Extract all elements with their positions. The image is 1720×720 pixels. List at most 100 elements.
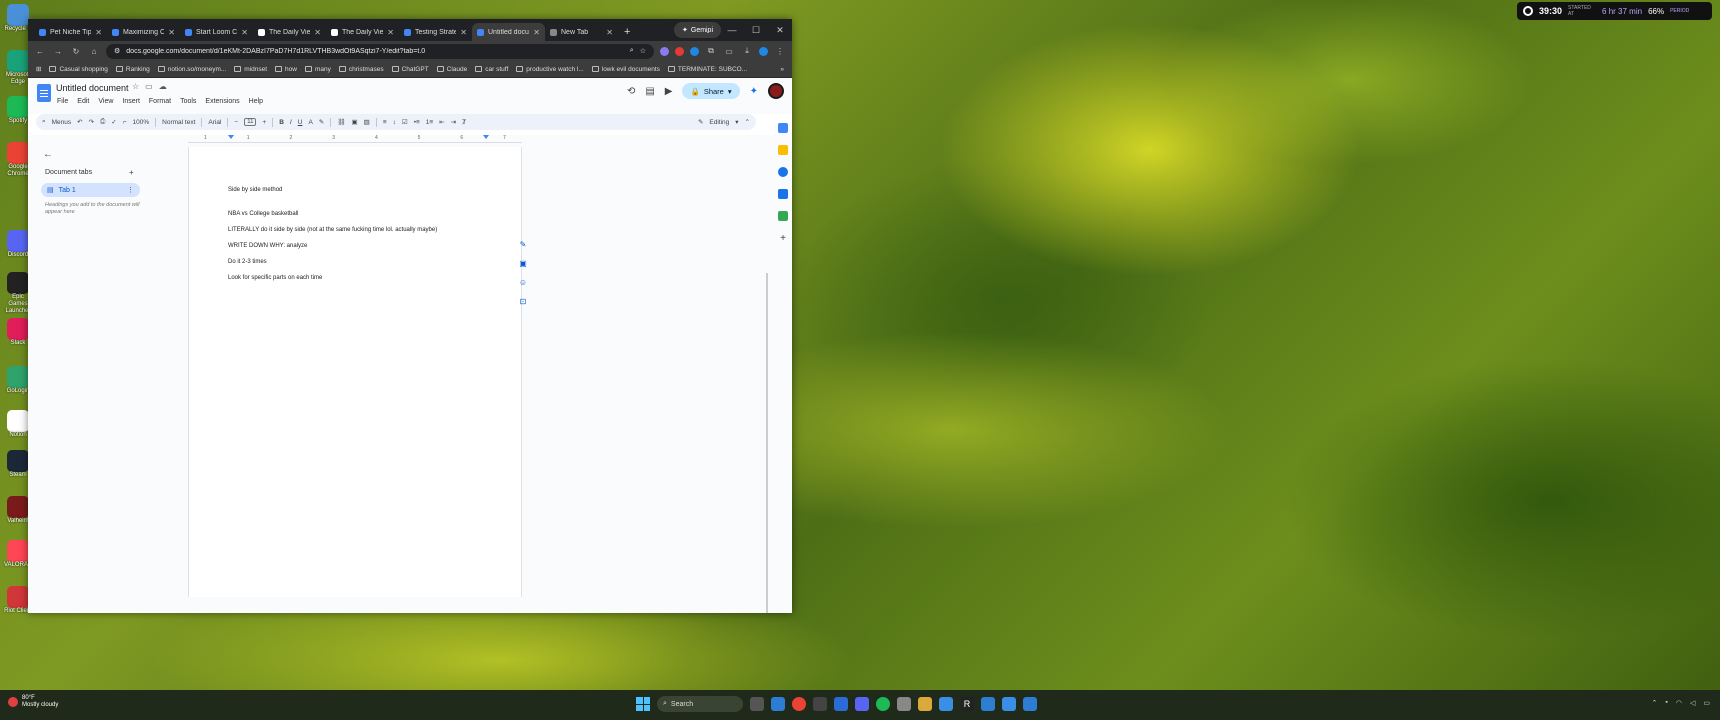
close-window-button[interactable]: ✕ [768,19,792,41]
close-tab-icon[interactable]: ✕ [314,28,321,37]
font-select[interactable]: Arial [208,119,221,126]
zoom-select[interactable]: 100% [133,119,150,126]
share-button[interactable]: 🔒 Share ▾ [682,83,740,99]
weather-widget[interactable]: 80°F Mostly cloudy [8,695,58,709]
history-icon[interactable]: ⟲ [627,86,635,97]
menu-edit[interactable]: Edit [77,98,89,105]
increase-size-icon[interactable]: + [262,119,266,126]
spotify-app-icon[interactable] [876,697,890,711]
battery-icon[interactable]: ▭ [1703,699,1710,707]
add-tab-button[interactable]: + [129,168,134,177]
bookmark-item[interactable]: Casual shopping [49,66,108,73]
editing-mode-select[interactable]: Editing [709,119,729,126]
close-tab-icon[interactable]: ✕ [241,28,248,37]
text-color-icon[interactable]: A [308,119,312,126]
extension-icon[interactable] [675,46,684,56]
add-addon-icon[interactable]: + [778,233,788,244]
redo-icon[interactable]: ↷ [89,118,94,126]
app-icon[interactable] [1023,697,1037,711]
line-spacing-icon[interactable]: ↕ [393,119,396,126]
taskbar-search[interactable]: ⌕ Search [657,696,743,712]
close-tab-icon[interactable]: ✕ [168,28,175,37]
close-tab-icon[interactable]: ✕ [387,28,394,37]
chrome-app-icon[interactable] [771,697,785,711]
style-select[interactable]: Normal text [162,119,195,126]
bullet-list-icon[interactable]: •≡ [414,119,420,126]
browser-tab[interactable]: Untitled docu ✕ [472,23,545,41]
right-margin-marker[interactable] [483,135,489,139]
browser-tab[interactable]: Pet Niche Tips ✕ [34,23,107,41]
cast-icon[interactable]: ▭ [723,45,735,57]
close-tab-icon[interactable]: ✕ [95,28,102,37]
tab-1-item[interactable]: ▤ Tab 1 ⋮ [41,183,140,197]
menu-insert[interactable]: Insert [122,98,140,105]
cloud-status-icon[interactable]: ☁ [159,82,167,91]
bookmark-item[interactable]: lowk evil documents [591,66,660,73]
move-folder-icon[interactable]: ▭ [145,82,153,91]
extension-icon[interactable] [660,46,669,56]
menu-help[interactable]: Help [249,98,263,105]
highlight-icon[interactable]: ✎ [319,118,324,126]
browser-tab[interactable]: Start Loom Cr ✕ [180,23,253,41]
paint-format-icon[interactable]: ⌐ [123,119,127,126]
link-icon[interactable]: ⛓ [337,118,345,126]
browser-tab[interactable]: The Daily Vie ✕ [253,23,326,41]
align-icon[interactable]: ≡ [383,119,387,126]
meet-icon[interactable]: ▶ [665,86,673,97]
underline-icon[interactable]: U [298,119,303,126]
search-icon[interactable]: ⌕ [42,118,46,126]
app-icon[interactable]: R [960,697,974,711]
more-bookmarks-icon[interactable]: » [780,66,784,73]
add-comment-icon[interactable]: ▣ [517,258,529,270]
collapse-menu-icon[interactable]: ⌃ [745,118,750,126]
numbered-list-icon[interactable]: 1≡ [426,119,433,126]
clear-format-icon[interactable]: Ⱦ [462,119,466,126]
bookmark-item[interactable]: christmases [338,66,384,73]
app-icon[interactable] [834,697,848,711]
insert-image-icon[interactable]: ▨ [364,118,370,126]
document-paragraph[interactable]: NBA vs College basketball [228,211,298,217]
bookmark-item[interactable]: notion.so/moneym... [157,66,226,73]
minimize-button[interactable]: — [720,19,744,41]
suggest-edits-icon[interactable]: ⊡ [517,296,529,308]
wifi-icon[interactable]: ◠ [1676,699,1682,707]
menu-extensions[interactable]: Extensions [205,98,239,105]
contacts-icon[interactable] [778,189,788,199]
bookmark-item[interactable]: how [275,66,297,73]
document-page[interactable]: Side by side method NBA vs College basket… [188,147,522,597]
add-comment-icon[interactable]: ▣ [352,118,358,126]
close-tab-icon[interactable]: ✕ [533,28,540,37]
bookmark-item[interactable]: TERMINATE: SUBCO... [667,66,747,73]
mode-pencil-icon[interactable]: ✎ [698,118,703,126]
new-tab-button[interactable]: + [618,26,636,41]
chevron-down-icon[interactable]: ▾ [728,87,732,96]
edit-pencil-icon[interactable]: ✎ [517,239,529,251]
keep-icon[interactable] [778,145,788,155]
site-info-icon[interactable]: ⚙ [114,47,120,55]
print-icon[interactable]: ⎙ [100,118,105,126]
tasks-icon[interactable] [778,167,788,177]
docs-logo-icon[interactable] [37,84,51,102]
start-button[interactable] [636,697,650,711]
comments-icon[interactable]: ▤ [645,86,654,97]
avatar[interactable] [768,83,784,99]
indent-decrease-icon[interactable]: ⇤ [439,118,444,126]
bookmark-item[interactable]: Claude [436,66,467,73]
menu-file[interactable]: File [57,98,68,105]
menu-tools[interactable]: Tools [180,98,196,105]
task-view-icon[interactable] [750,697,764,711]
star-icon[interactable]: ☆ [132,82,139,91]
italic-icon[interactable]: I [290,119,292,126]
zoom-icon[interactable]: ⌕ [630,47,634,55]
bookmark-item[interactable]: productive watch l... [516,66,584,73]
browser-tab[interactable]: The Daily Vie ✕ [326,23,399,41]
decrease-size-icon[interactable]: − [234,119,238,126]
menu-view[interactable]: View [98,98,113,105]
bookmark-item[interactable]: many [304,66,331,73]
maps-icon[interactable] [778,211,788,221]
spellcheck-icon[interactable]: ✓ [111,118,116,126]
extension-icon[interactable] [690,46,699,56]
font-size-input[interactable]: 11 [244,118,257,126]
document-paragraph[interactable]: WRITE DOWN WHY: analyze [228,243,307,249]
close-tab-icon[interactable]: ✕ [460,28,467,37]
